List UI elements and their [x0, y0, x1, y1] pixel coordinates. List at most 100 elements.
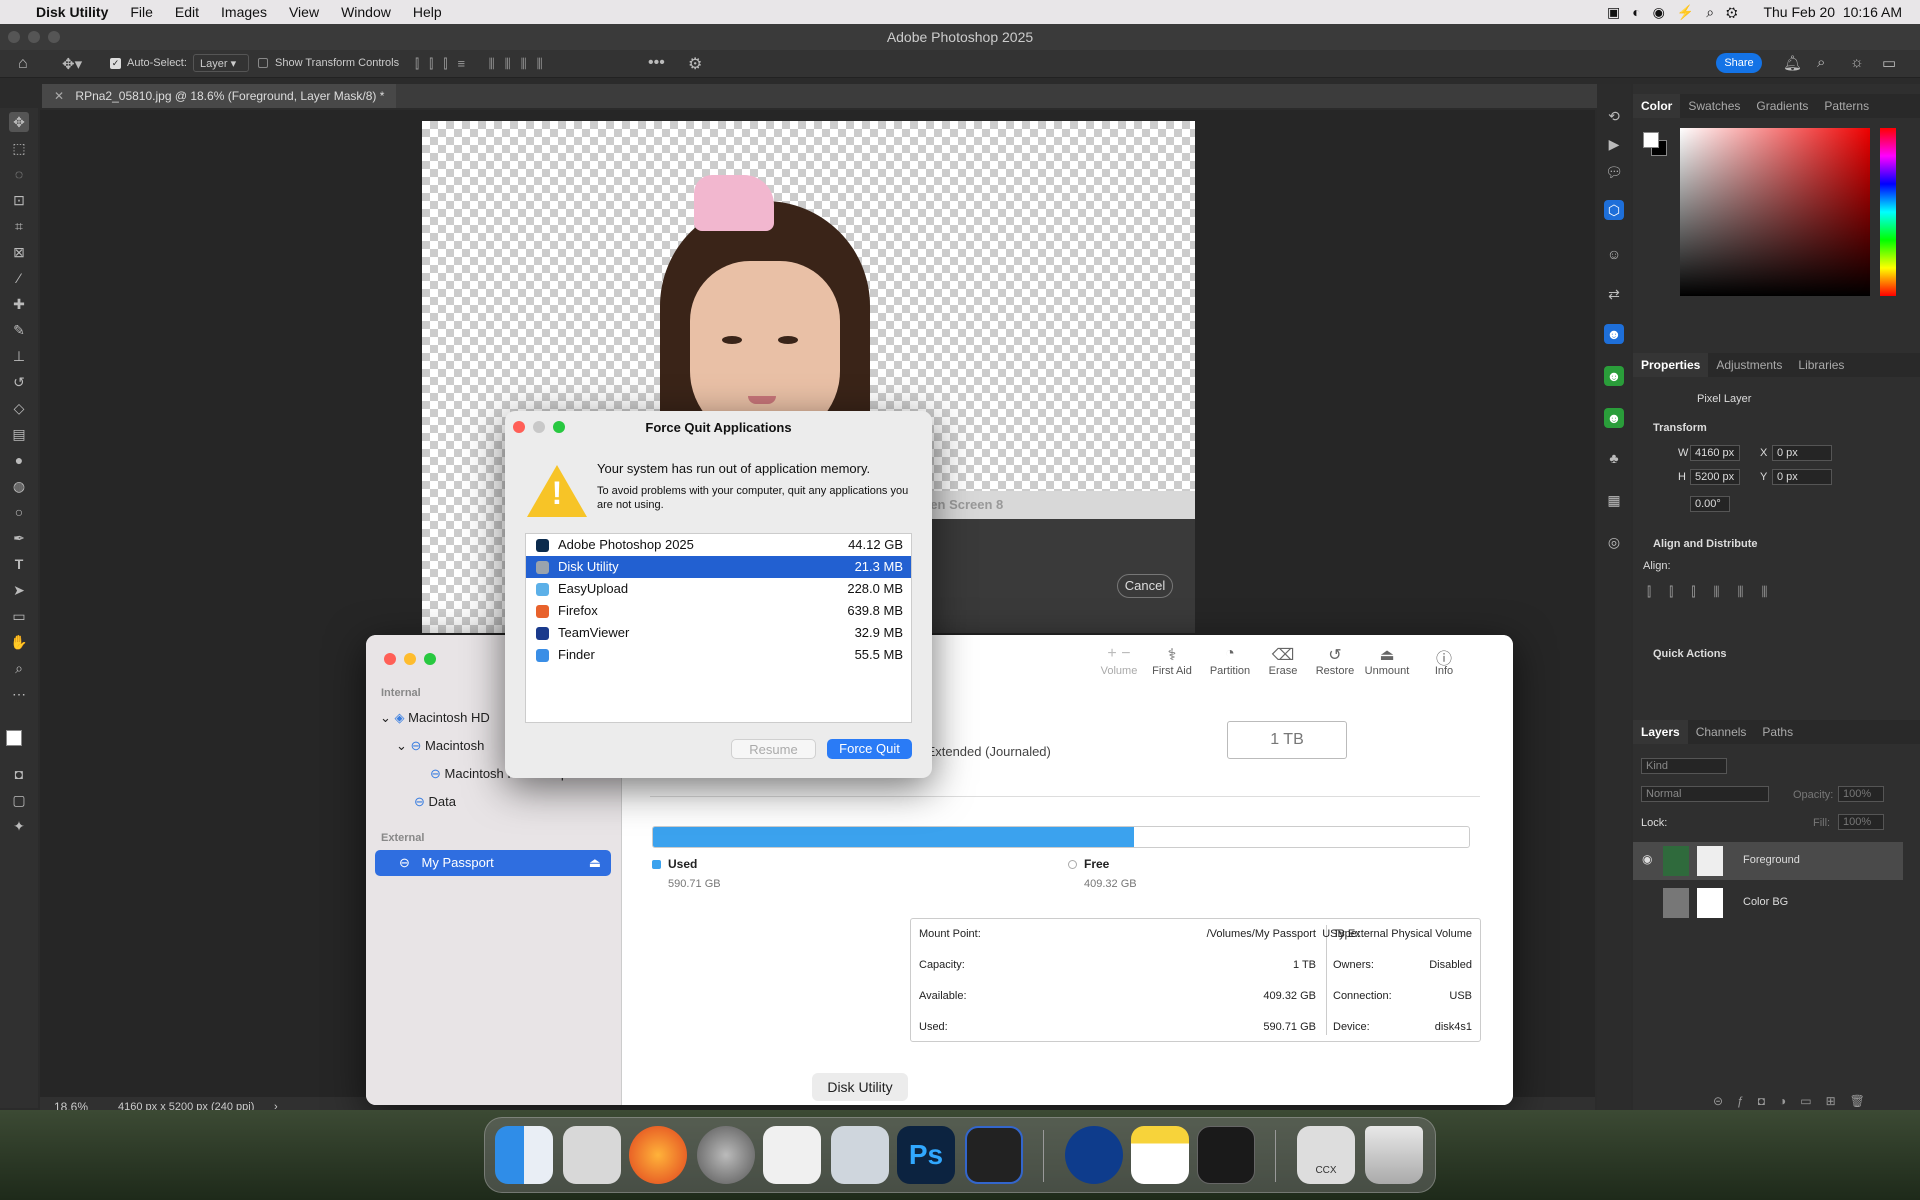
brush-tool-icon[interactable]: ✎ [9, 320, 29, 340]
pen-tool-icon[interactable]: ✒ [9, 528, 29, 548]
plugin-icon-9[interactable]: ◎ [1604, 532, 1624, 552]
opacity-field[interactable]: 100% [1838, 786, 1884, 802]
tab-layers[interactable]: Layers [1633, 720, 1688, 744]
align-buttons-icon[interactable]: ⫿⫿⫿⫼⫼⫼ [1647, 584, 1785, 600]
lasso-tool-icon[interactable]: ◌ [9, 164, 29, 184]
gear-icon[interactable]: ⚙ [688, 54, 702, 74]
stamp-tool-icon[interactable]: ⊥ [9, 346, 29, 366]
y-field[interactable]: 0 px [1772, 469, 1832, 485]
easyupload-icon[interactable] [763, 1126, 821, 1184]
first-aid-button[interactable]: ⚕ First Aid [1142, 645, 1202, 677]
menu-app-name[interactable]: Disk Utility [36, 4, 108, 20]
sidebar-item-my-passport[interactable]: ⊖ My Passport ⏏ [375, 850, 611, 876]
ccx-folder-icon[interactable]: CCX [1297, 1126, 1355, 1184]
firefox-icon[interactable] [629, 1126, 687, 1184]
erase-button[interactable]: ⌫ Erase [1253, 645, 1313, 677]
menu-window[interactable]: Window [341, 4, 391, 20]
force-quit-button[interactable]: Force Quit [827, 739, 912, 759]
fg-swatch[interactable] [1643, 132, 1659, 148]
auto-select-dropdown[interactable]: Layer ▾ [193, 54, 249, 72]
history-icon[interactable]: ⟲ [1604, 106, 1624, 126]
sidebar-item-macintosh-hd[interactable]: ⌄ ◈ Macintosh HD [380, 710, 490, 726]
layers-footer-icons[interactable]: ⊝ƒ◘◑▭⊞🗑︎ [1713, 1094, 1879, 1108]
eyedropper-tool-icon[interactable]: ⁄ [9, 268, 29, 288]
dodge2-tool-icon[interactable]: ○ [9, 502, 29, 522]
quick-actions-header[interactable]: Quick Actions [1653, 648, 1727, 660]
tab-channels[interactable]: Channels [1688, 720, 1755, 744]
marquee-tool-icon[interactable]: ⬚ [9, 138, 29, 158]
width-field[interactable]: 4160 px [1690, 445, 1740, 461]
teamviewer-icon[interactable] [1065, 1126, 1123, 1184]
object-select-tool-icon[interactable]: ⊡ [9, 190, 29, 210]
screenshot-icon[interactable] [965, 1126, 1023, 1184]
home-icon[interactable]: ⌂ [18, 55, 28, 73]
disk-utility-icon[interactable] [831, 1126, 889, 1184]
comments-icon[interactable]: 💬︎ [1604, 162, 1624, 182]
path-select-icon[interactable]: ➤ [9, 580, 29, 600]
x-field[interactable]: 0 px [1772, 445, 1832, 461]
hidden-dialog-cancel[interactable]: Cancel [1117, 574, 1173, 598]
plugin-icon-4[interactable]: ☻ [1604, 324, 1624, 344]
document-tab[interactable]: ✕ RPna2_05810.jpg @ 18.6% (Foreground, L… [42, 84, 397, 108]
finder-icon[interactable] [495, 1126, 553, 1184]
plugin-icon-7[interactable]: ♣ [1604, 448, 1624, 468]
dodge-tool-icon[interactable]: ◍ [9, 476, 29, 496]
app-list[interactable]: Adobe Photoshop 2025 44.12 GB Disk Utility… [525, 533, 912, 723]
angle-field[interactable]: 0.00° [1690, 496, 1730, 512]
quick-mask-icon[interactable]: ◘ [9, 764, 29, 784]
app-list-row[interactable]: Disk Utility 21.3 MB [526, 556, 911, 578]
menu-file[interactable]: File [130, 4, 153, 20]
plugin-icon-2[interactable]: ☺ [1604, 244, 1624, 264]
align-header[interactable]: Align and Distribute [1653, 538, 1758, 550]
blend-mode-select[interactable]: Normal [1641, 786, 1769, 802]
transform-checkbox[interactable] [258, 58, 268, 68]
plugin-icon-8[interactable]: ▦ [1604, 490, 1624, 510]
menubar-clock[interactable]: Thu Feb 20 10:16 AM [1763, 4, 1902, 20]
app-list-row[interactable]: Adobe Photoshop 2025 44.12 GB [526, 534, 911, 556]
more-icon[interactable]: ••• [648, 54, 665, 72]
workspace-icon[interactable]: ▭ [1882, 54, 1896, 72]
tab-paths[interactable]: Paths [1754, 720, 1801, 744]
tab-properties[interactable]: Properties [1633, 353, 1709, 377]
brightness-icon[interactable]: ☼ [1850, 54, 1864, 71]
actions-icon[interactable]: ▶ [1604, 134, 1624, 154]
minimize-button[interactable] [404, 653, 416, 665]
tab-adjustments[interactable]: Adjustments [1708, 353, 1790, 377]
tab-libraries[interactable]: Libraries [1790, 353, 1852, 377]
menu-help[interactable]: Help [413, 4, 442, 20]
auto-select-checkbox[interactable]: ✓ [110, 58, 121, 69]
activity-monitor-icon[interactable] [1197, 1126, 1255, 1184]
menu-view[interactable]: View [289, 4, 319, 20]
system-settings-icon[interactable] [697, 1126, 755, 1184]
fill-field[interactable]: 100% [1838, 814, 1884, 830]
layer-row-color-bg[interactable]: Color BG [1633, 884, 1903, 922]
photoshop-icon[interactable]: Ps [897, 1126, 955, 1184]
restore-button[interactable]: ↺ Restore [1305, 645, 1365, 677]
close-button[interactable] [384, 653, 396, 665]
foreground-color-swatch[interactable] [6, 730, 22, 746]
menu-edit[interactable]: Edit [175, 4, 199, 20]
tab-gradients[interactable]: Gradients [1748, 94, 1816, 118]
sidebar-item-data[interactable]: ⊖ Data [414, 794, 456, 810]
tab-patterns[interactable]: Patterns [1816, 94, 1877, 118]
visibility-eye-icon[interactable]: ◉ [1642, 852, 1652, 866]
share-button[interactable]: Share [1716, 53, 1762, 73]
plugin-icon-1[interactable]: ⬡ [1604, 200, 1624, 220]
eject-icon[interactable]: ⏏ [589, 850, 601, 876]
info-button[interactable]: ⓘ Info [1414, 645, 1474, 677]
status-icons[interactable]: ▣◐◉⚡⌕⚙ [1607, 4, 1750, 21]
blur-tool-icon[interactable]: ● [9, 450, 29, 470]
sidebar-item-macintosh[interactable]: ⌄ ⊖ Macintosh [396, 738, 484, 754]
plugin-icon-6[interactable]: ☻ [1604, 408, 1624, 428]
history-brush-icon[interactable]: ↺ [9, 372, 29, 392]
shape-tool-icon[interactable]: ▭ [9, 606, 29, 626]
type-tool-icon[interactable]: T [9, 554, 29, 574]
layer-kind-filter[interactable]: Kind [1641, 758, 1727, 774]
app-list-row[interactable]: Finder 55.5 MB [526, 644, 911, 666]
move-tool-icon[interactable]: ✥ [9, 112, 29, 132]
partition-button[interactable]: ◔ Partition [1200, 645, 1260, 677]
crop-tool-icon[interactable]: ⌗ [9, 216, 29, 236]
frame-tool-icon[interactable]: ⊠ [9, 242, 29, 262]
app-list-row[interactable]: EasyUpload 228.0 MB [526, 578, 911, 600]
more-tools-icon[interactable]: ⋯ [9, 684, 29, 704]
